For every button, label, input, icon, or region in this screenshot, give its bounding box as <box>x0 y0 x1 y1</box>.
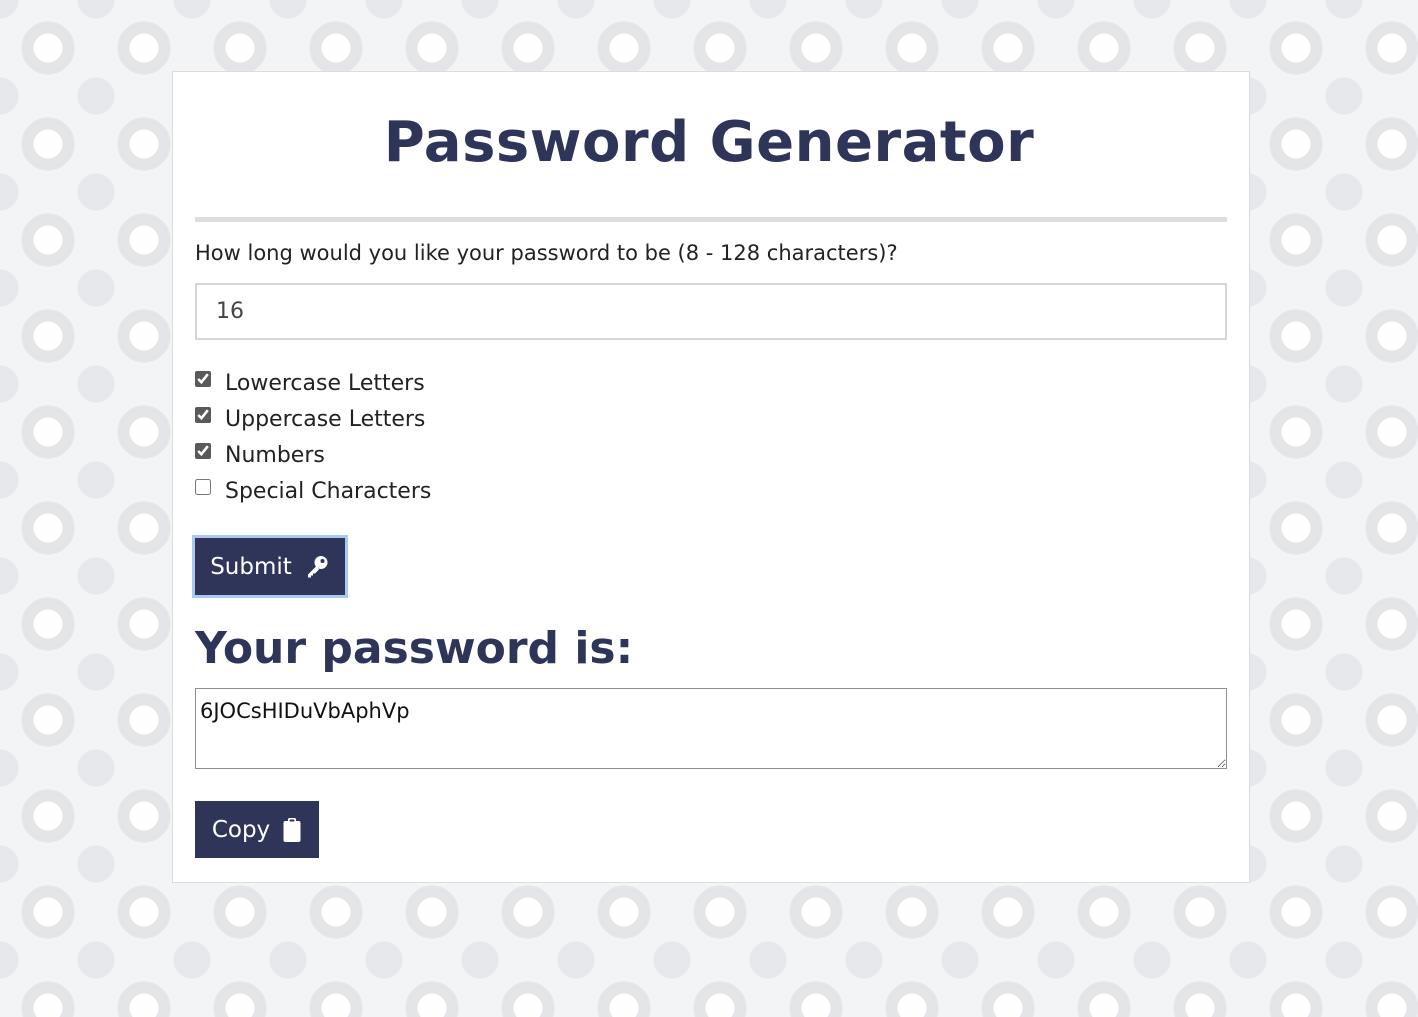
option-numbers[interactable]: Numbers <box>195 440 325 470</box>
numbers-checkbox[interactable] <box>195 443 211 459</box>
key-icon <box>304 554 330 580</box>
special-characters-checkbox[interactable] <box>195 479 211 495</box>
lowercase-label[interactable]: Lowercase Letters <box>225 371 425 396</box>
password-output[interactable]: 6JOCsHIDuVbAphVp <box>195 688 1227 769</box>
submit-button[interactable]: Submit <box>192 535 348 598</box>
copy-button-label: Copy <box>211 816 271 843</box>
option-uppercase[interactable]: Uppercase Letters <box>195 404 425 434</box>
lowercase-checkbox[interactable] <box>195 371 211 387</box>
page-title: Password Generator <box>383 110 1035 175</box>
uppercase-checkbox[interactable] <box>195 407 211 423</box>
special-characters-label[interactable]: Special Characters <box>225 479 431 504</box>
copy-button[interactable]: Copy <box>195 801 319 858</box>
password-length-input[interactable] <box>195 283 1227 340</box>
length-question-label: How long would you like your password to… <box>195 241 898 265</box>
title-divider <box>195 217 1227 222</box>
option-special[interactable]: Special Characters <box>195 476 431 506</box>
uppercase-label[interactable]: Uppercase Letters <box>225 407 425 432</box>
clipboard-icon <box>282 817 302 843</box>
result-heading: Your password is: <box>195 623 634 674</box>
submit-button-label: Submit <box>210 553 292 580</box>
option-lowercase[interactable]: Lowercase Letters <box>195 368 425 398</box>
numbers-label[interactable]: Numbers <box>225 443 325 468</box>
